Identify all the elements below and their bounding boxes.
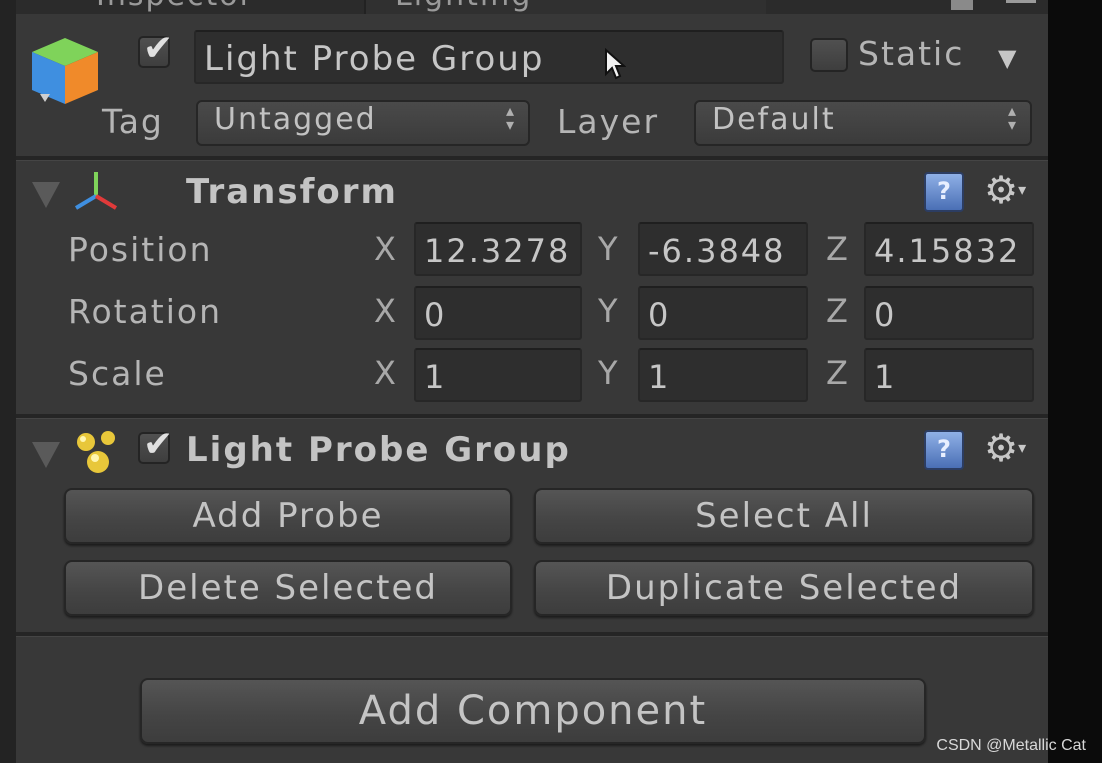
mouse-cursor-icon (605, 48, 626, 80)
divider (16, 414, 1048, 419)
light-probe-foldout-icon[interactable] (32, 442, 60, 468)
object-name-text: Light Probe Group (204, 39, 545, 79)
updown-icon: ▴ ▾ (505, 101, 516, 134)
rotation-label: Rotation (68, 292, 223, 331)
axis-x-label[interactable]: X (374, 230, 396, 268)
tag-label: Tag (102, 102, 164, 141)
menu-icon[interactable] (1006, 0, 1036, 13)
object-name-field[interactable]: Light Probe Group (194, 30, 784, 84)
watermark: CSDN @Metallic Cat (936, 737, 1086, 754)
position-y-field[interactable]: -6.3848 (638, 222, 808, 276)
tab-bar: Inspector Lighting (16, 0, 1048, 14)
transform-axes-icon (74, 172, 118, 210)
checkmark-icon: ✔ (143, 28, 174, 69)
rotation-z-field[interactable]: 0 (864, 286, 1034, 340)
layer-label: Layer (557, 102, 660, 141)
static-label: Static (858, 34, 965, 73)
static-checkbox[interactable] (810, 38, 848, 72)
layer-popup[interactable]: Default ▴ ▾ (694, 100, 1032, 146)
scale-label: Scale (68, 354, 167, 393)
axis-z-label[interactable]: Z (826, 292, 848, 330)
tab-lighting[interactable]: Lighting (371, 0, 532, 13)
divider (16, 632, 1048, 637)
lock-icon[interactable] (951, 0, 973, 10)
delete-selected-button[interactable]: Delete Selected (64, 560, 512, 616)
select-all-button[interactable]: Select All (534, 488, 1034, 544)
panel-left-border (0, 0, 16, 763)
axis-x-label[interactable]: X (374, 292, 396, 330)
transform-title: Transform (186, 172, 398, 212)
axis-y-label[interactable]: Y (598, 292, 618, 330)
light-probe-group-title: Light Probe Group (186, 430, 571, 470)
scale-z-field[interactable]: 1 (864, 348, 1034, 402)
layer-value: Default (712, 102, 836, 137)
light-probe-icon (77, 431, 115, 473)
position-z-field[interactable]: 4.15832 (864, 222, 1034, 276)
scale-y-field[interactable]: 1 (638, 348, 808, 402)
divider (16, 156, 1048, 161)
scale-x-field[interactable]: 1 (414, 348, 582, 402)
tab-inspector[interactable]: Inspector (96, 0, 254, 13)
gameobject-cube-icon (32, 38, 98, 104)
checkmark-icon: ✔ (143, 424, 174, 465)
duplicate-selected-button[interactable]: Duplicate Selected (534, 560, 1034, 616)
transform-foldout-icon[interactable] (32, 182, 60, 208)
add-probe-button[interactable]: Add Probe (64, 488, 512, 544)
rotation-x-field[interactable]: 0 (414, 286, 582, 340)
gear-icon[interactable]: ⚙▾ (984, 170, 1026, 210)
help-icon[interactable]: ? (924, 430, 964, 470)
axis-z-label[interactable]: Z (826, 354, 848, 392)
tag-value: Untagged (214, 102, 377, 137)
axis-x-label[interactable]: X (374, 354, 396, 392)
light-probe-enabled-checkbox[interactable]: ✔ (138, 424, 173, 465)
inspector-panel: Inspector Lighting ✔ Light Probe Group S… (0, 0, 1048, 763)
updown-icon: ▴ ▾ (1007, 101, 1018, 134)
active-checkbox[interactable]: ✔ (138, 28, 173, 69)
static-dropdown-icon[interactable]: ▼ (998, 44, 1016, 72)
position-x-field[interactable]: 12.3278 (414, 222, 582, 276)
position-label: Position (68, 230, 213, 269)
axis-z-label[interactable]: Z (826, 230, 848, 268)
axis-y-label[interactable]: Y (598, 230, 618, 268)
axis-y-label[interactable]: Y (598, 354, 618, 392)
rotation-y-field[interactable]: 0 (638, 286, 808, 340)
gear-icon[interactable]: ⚙▾ (984, 428, 1026, 468)
add-component-button[interactable]: Add Component (140, 678, 926, 744)
help-icon[interactable]: ? (924, 172, 964, 212)
tag-popup[interactable]: Untagged ▴ ▾ (196, 100, 530, 146)
